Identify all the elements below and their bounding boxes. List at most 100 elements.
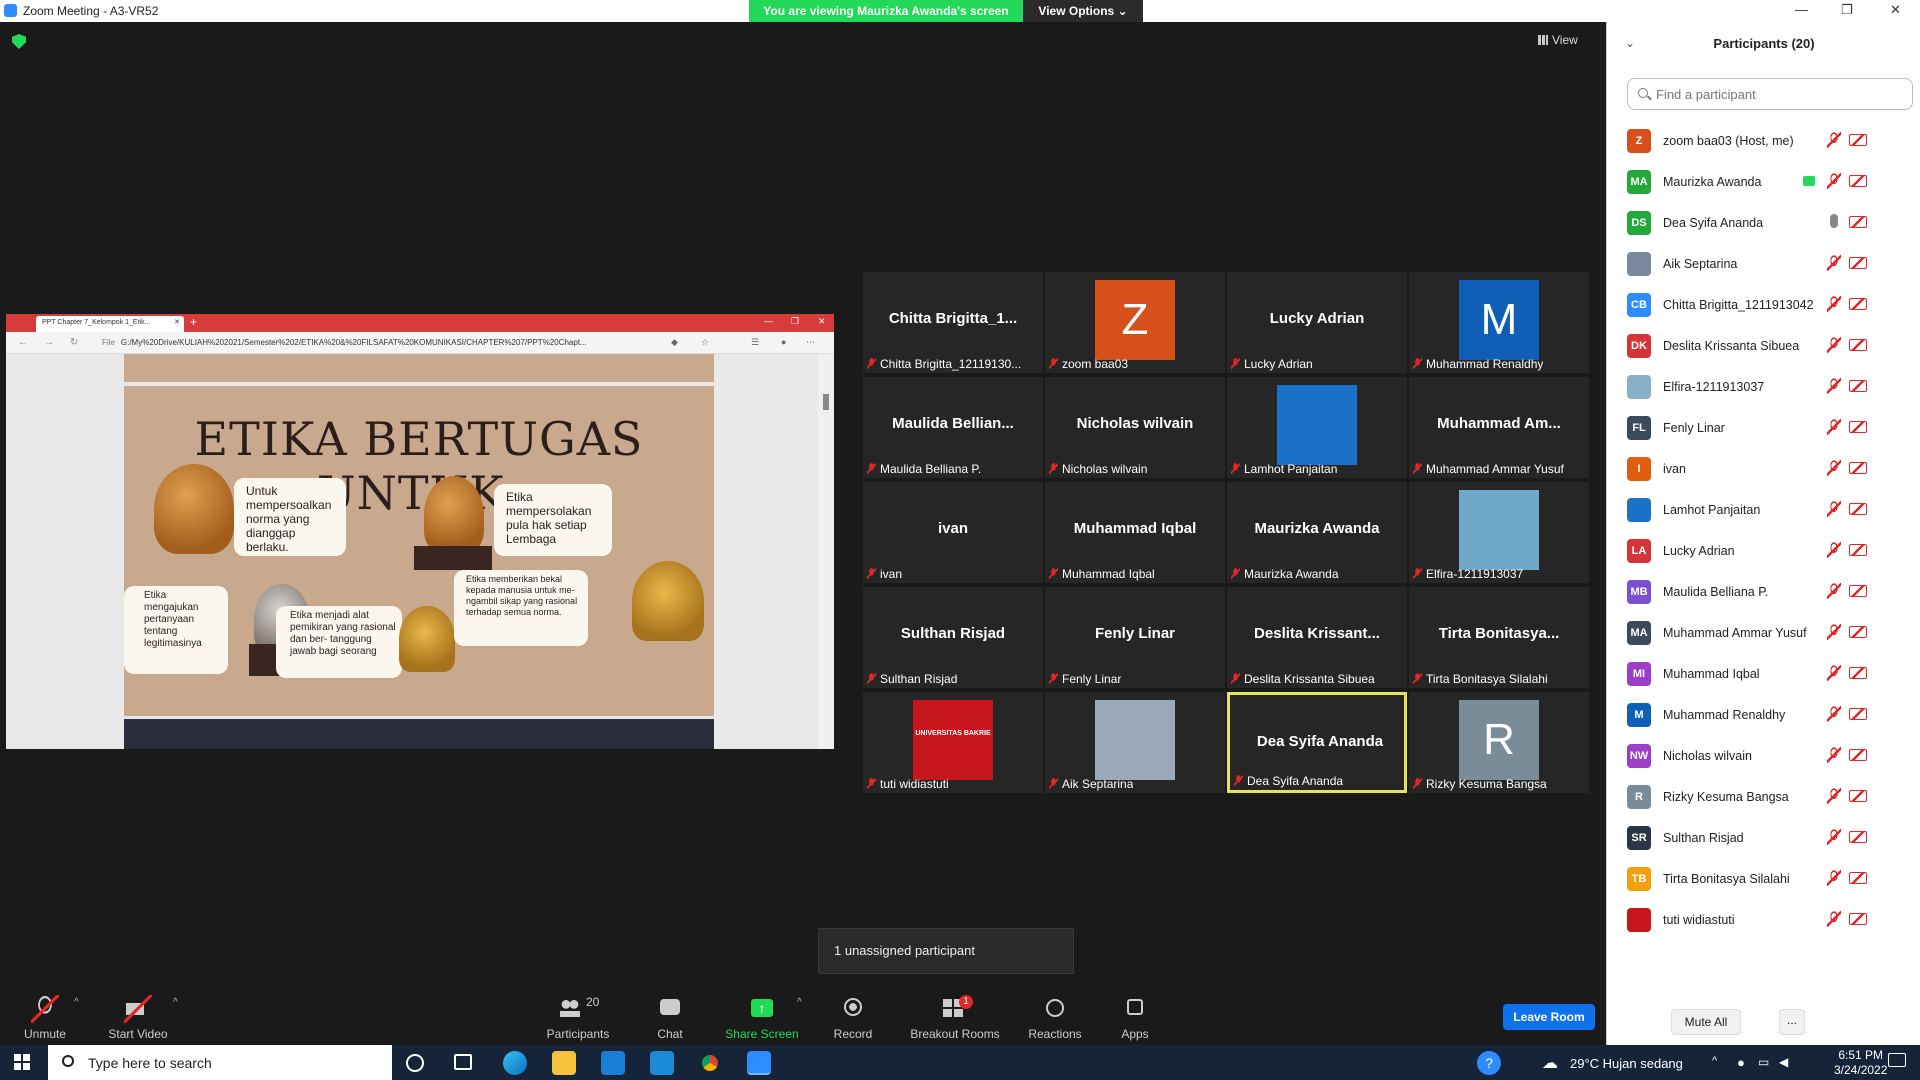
profile-icon[interactable]: ● <box>781 337 786 347</box>
audio-options-caret[interactable]: ^ <box>74 997 79 1008</box>
browser-close-icon[interactable]: ✕ <box>818 316 826 327</box>
notifications-icon[interactable] <box>1888 1053 1906 1067</box>
start-video-button[interactable]: Start Video <box>93 985 183 1041</box>
breakout-rooms-button[interactable]: 1 Breakout Rooms <box>900 985 1010 1041</box>
participant-row[interactable]: MI Muhammad Iqbal <box>1607 653 1920 694</box>
weather-icon[interactable]: ☁ <box>1542 1053 1558 1073</box>
video-tile[interactable]: Lamhot Panjaitan <box>1227 377 1407 478</box>
edge-icon[interactable] <box>503 1051 527 1075</box>
mute-all-button[interactable]: Mute All <box>1671 1009 1741 1035</box>
view-options-button[interactable]: View Options ⌄ <box>1023 0 1143 22</box>
unmute-button[interactable]: Unmute <box>0 985 90 1041</box>
video-tile[interactable]: ivan ivan <box>863 482 1043 583</box>
video-tile[interactable]: Dea Syifa Ananda Dea Syifa Ananda <box>1227 692 1407 793</box>
participant-row[interactable]: Iivan <box>1607 448 1920 489</box>
participant-row[interactable]: FL Fenly Linar <box>1607 407 1920 448</box>
leave-room-button[interactable]: Leave Room <box>1503 1004 1595 1030</box>
more-options-button[interactable]: ... <box>1779 1009 1805 1035</box>
video-tile[interactable]: Muhammad Am... Muhammad Ammar Yusuf <box>1409 377 1589 478</box>
collections-icon[interactable]: ☰ <box>751 337 759 348</box>
shared-screen[interactable]: PPT Chapter 7_Kelompok 1_Etik... ✕ + — ❐ … <box>6 314 834 749</box>
video-tile[interactable]: Zzoom baa03 <box>1045 272 1225 373</box>
view-layout-button[interactable]: View <box>1538 33 1578 47</box>
windows-start-icon[interactable] <box>14 1054 30 1070</box>
video-tile[interactable]: Deslita Krissant... Deslita Krissanta Sib… <box>1227 587 1407 688</box>
video-tile[interactable]: Chitta Brigitta_1... Chitta Brigitta_1211… <box>863 272 1043 373</box>
browser-maximize-icon[interactable]: ❐ <box>791 316 799 327</box>
video-tile[interactable]: Fenly Linar Fenly Linar <box>1045 587 1225 688</box>
video-tile[interactable]: Elfira-1211913037 <box>1409 482 1589 583</box>
reactions-button[interactable]: Reactions <box>1010 985 1100 1041</box>
maximize-button[interactable]: ❐ <box>1841 2 1853 18</box>
find-participant-input[interactable]: Find a participant <box>1627 78 1913 110</box>
participant-row[interactable]: SR Sulthan Risjad <box>1607 817 1920 858</box>
share-options-caret[interactable]: ^ <box>797 997 802 1008</box>
taskbar-search-input[interactable]: Type here to search <box>48 1045 392 1080</box>
video-tile[interactable]: Aik Septarina <box>1045 692 1225 793</box>
video-options-caret[interactable]: ^ <box>173 997 178 1008</box>
participant-row[interactable]: LA Lucky Adrian <box>1607 530 1920 571</box>
microphone-tray-icon[interactable]: ● <box>1737 1055 1745 1070</box>
video-tile[interactable]: R Rizky Kesuma Bangsa <box>1409 692 1589 793</box>
video-tile[interactable]: Muhammad Iqbal Muhammad Iqbal <box>1045 482 1225 583</box>
participant-row[interactable]: NW Nicholas wilvain <box>1607 735 1920 776</box>
video-tile[interactable]: Nicholas wilvain Nicholas wilvain <box>1045 377 1225 478</box>
participant-row[interactable]: MB Maulida Belliana P. <box>1607 571 1920 612</box>
participant-row[interactable]: M Muhammad Renaldhy <box>1607 694 1920 735</box>
back-icon[interactable]: ← <box>18 337 28 348</box>
participant-row[interactable]: Zzoom baa03 (Host, me) <box>1607 120 1920 161</box>
cortana-icon[interactable] <box>406 1054 424 1072</box>
participant-row[interactable]: TB Tirta Bonitasya Silalahi <box>1607 858 1920 899</box>
show-hidden-icons[interactable]: ^ <box>1712 1055 1717 1067</box>
participant-row[interactable]: R Rizky Kesuma Bangsa <box>1607 776 1920 817</box>
participant-row[interactable]: tuti widiastuti <box>1607 899 1920 940</box>
mail-icon[interactable] <box>650 1051 674 1075</box>
apps-button[interactable]: Apps <box>1090 985 1180 1041</box>
menu-icon[interactable]: ⋯ <box>806 337 815 348</box>
volume-icon[interactable]: ◀ <box>1779 1055 1788 1069</box>
browser-minimize-icon[interactable]: — <box>764 316 773 326</box>
forward-icon[interactable]: → <box>44 337 54 348</box>
reload-icon[interactable]: ↻ <box>70 337 78 348</box>
video-tile[interactable]: Tirta Bonitasya... Tirta Bonitasya Silala… <box>1409 587 1589 688</box>
url-field[interactable]: File G:/My%20Drive/KULIAH%202021/Semester… <box>102 336 632 350</box>
minimize-button[interactable]: — <box>1795 2 1808 17</box>
store-icon[interactable] <box>601 1051 625 1075</box>
video-tile[interactable]: Lucky Adrian Lucky Adrian <box>1227 272 1407 373</box>
weather-text[interactable]: 29°C Hujan sedang <box>1570 1056 1683 1071</box>
new-tab-icon[interactable]: + <box>190 315 197 329</box>
participant-row[interactable]: Elfira-1211913037 <box>1607 366 1920 407</box>
browser-tab[interactable]: PPT Chapter 7_Kelompok 1_Etik... ✕ <box>36 316 184 332</box>
video-tile[interactable]: Maurizka Awanda Maurizka Awanda <box>1227 482 1407 583</box>
participant-row[interactable]: Lamhot Panjaitan <box>1607 489 1920 530</box>
encryption-shield-icon[interactable] <box>12 34 26 49</box>
extension-icon[interactable]: ◆ <box>671 337 678 348</box>
file-explorer-icon[interactable] <box>552 1051 576 1075</box>
record-button[interactable]: Record <box>808 985 898 1041</box>
help-icon[interactable]: ? <box>1477 1051 1501 1075</box>
network-icon[interactable]: ▭ <box>1758 1055 1769 1069</box>
share-screen-button[interactable]: ↑ Share Screen <box>717 985 807 1041</box>
video-tile[interactable]: Sulthan Risjad Sulthan Risjad <box>863 587 1043 688</box>
participant-row[interactable]: MA Maurizka Awanda <box>1607 161 1920 202</box>
participant-row[interactable]: MA Muhammad Ammar Yusuf <box>1607 612 1920 653</box>
taskbar-clock[interactable]: 6:51 PM 3/24/2022 <box>1834 1048 1887 1078</box>
favorite-icon[interactable]: ☆ <box>701 337 709 348</box>
scrollbar-thumb[interactable] <box>823 394 829 410</box>
participant-row[interactable]: Aik Septarina <box>1607 243 1920 284</box>
participant-row[interactable]: DS Dea Syifa Ananda <box>1607 202 1920 243</box>
chat-button[interactable]: Chat <box>625 985 715 1041</box>
video-tile[interactable]: Maulida Bellian... Maulida Belliana P. <box>863 377 1043 478</box>
participant-row[interactable]: CB Chitta Brigitta_1211913042 <box>1607 284 1920 325</box>
zoom-taskbar-icon[interactable] <box>747 1051 771 1075</box>
video-tile[interactable]: M Muhammad Renaldhy <box>1409 272 1589 373</box>
chrome-icon[interactable] <box>698 1051 722 1075</box>
task-view-icon[interactable] <box>454 1054 472 1070</box>
participant-row[interactable]: DK Deslita Krissanta Sibuea <box>1607 325 1920 366</box>
tab-close-icon[interactable]: ✕ <box>174 318 180 326</box>
document-scrollbar[interactable] <box>818 354 834 749</box>
unassigned-participant-notice[interactable]: 1 unassigned participant <box>818 928 1074 974</box>
close-button[interactable]: ✕ <box>1890 2 1901 18</box>
video-tile[interactable]: UNIVERSITAS BAKRIE tuti widiastuti <box>863 692 1043 793</box>
participants-button[interactable]: 20 Participants <box>533 985 623 1041</box>
